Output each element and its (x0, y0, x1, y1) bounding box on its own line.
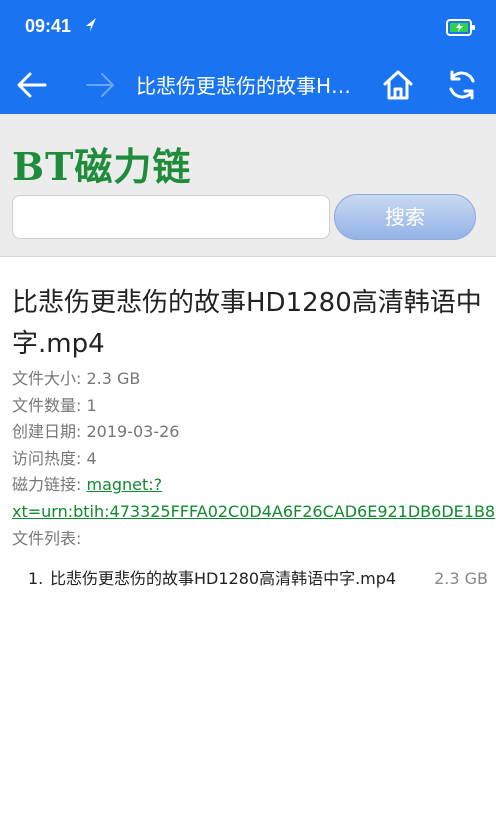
magnet-link[interactable]: magnet:? (86, 475, 162, 494)
search-button[interactable]: 搜索 (334, 194, 476, 240)
file-name: 比悲伤更悲伤的故事HD1280高清韩语中字.mp4 (50, 569, 397, 588)
refresh-icon[interactable] (444, 67, 480, 103)
heat-label: 访问热度: (12, 448, 87, 468)
size-row: 文件大小: 2.3 GB (12, 366, 492, 393)
file-index: 1. (28, 569, 44, 588)
magnet-row: 磁力链接: magnet:? (12, 472, 492, 499)
heat-value: 4 (86, 448, 97, 468)
date-value: 2019-03-26 (86, 422, 180, 442)
heat-row: 访问热度: 4 (12, 446, 492, 473)
top-bar: 09:41 比悲伤更悲伤的故事HD1280高清韩语中字.mp4 (0, 0, 496, 114)
magnet-link-hash[interactable]: xt=urn:btih:473325FFFA02C0D4A6F26CAD6E92… (12, 502, 495, 521)
magnet-row-2: xt=urn:btih:473325FFFA02C0D4A6F26CAD6E92… (12, 499, 495, 526)
file-size: 2.3 GB (434, 569, 488, 588)
battery-charging-icon (446, 19, 475, 36)
file-title: 比悲伤更悲伤的故事HD1280高清韩语中字.mp4 (12, 288, 482, 359)
nav-title: 比悲伤更悲伤的故事HD1280高清韩语中字.mp4 (136, 74, 356, 98)
date-row: 创建日期: 2019-03-26 (12, 419, 492, 446)
location-arrow-icon (86, 18, 96, 32)
list-item: 1. 比悲伤更悲伤的故事HD1280高清韩语中字.mp4 2.3 GB (28, 565, 488, 589)
back-arrow-icon[interactable] (14, 67, 50, 103)
forward-arrow-icon[interactable] (82, 67, 118, 103)
site-header: BT磁力链 搜索 (0, 114, 496, 257)
status-time: 09:41 (25, 16, 72, 36)
file-meta: 文件大小: 2.3 GB 文件数量: 1 创建日期: 2019-03-26 访问… (12, 366, 495, 552)
count-row: 文件数量: 1 (12, 393, 492, 420)
count-value: 1 (86, 395, 97, 415)
size-value: 2.3 GB (86, 369, 141, 388)
magnet-label: 磁力链接: (12, 475, 87, 495)
size-label: 文件大小: (12, 369, 87, 388)
home-icon[interactable] (380, 67, 416, 103)
file-list: 1. 比悲伤更悲伤的故事HD1280高清韩语中字.mp4 2.3 GB (28, 565, 488, 589)
date-label: 创建日期: (12, 422, 87, 442)
file-list-label: 文件列表: (12, 528, 82, 548)
site-logo[interactable]: BT磁力链 (12, 136, 191, 191)
count-label: 文件数量: (12, 395, 87, 415)
search-input[interactable] (12, 195, 330, 239)
